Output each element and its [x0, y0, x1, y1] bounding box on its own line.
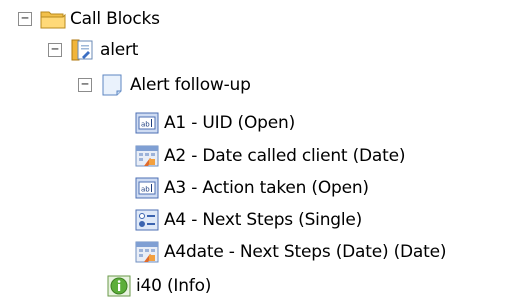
page-icon — [100, 73, 126, 97]
tree-item-a2[interactable]: A2 - Date called client (Date) — [134, 141, 405, 171]
tree-item-label: A3 - Action taken (Open) — [164, 178, 369, 198]
tree-node-label: Call Blocks — [70, 9, 160, 29]
svg-text:ab: ab — [141, 186, 150, 194]
tree-item-a4date[interactable]: A4date - Next Steps (Date) (Date) — [134, 237, 446, 267]
collapse-toggle[interactable]: − — [78, 78, 92, 92]
tree-item-label: A4date - Next Steps (Date) (Date) — [164, 242, 447, 262]
script-document-icon — [70, 38, 96, 62]
tree-item-label: A4 - Next Steps (Single) — [164, 210, 363, 230]
tree-item-i40[interactable]: i40 (Info) — [106, 271, 211, 301]
folder-icon — [40, 7, 66, 31]
date-field-icon — [134, 240, 160, 264]
info-icon — [106, 274, 132, 298]
text-field-icon: ab — [134, 111, 160, 135]
tree-node-alert[interactable]: − alert — [48, 35, 138, 65]
tree-node-call-blocks[interactable]: − Call Blocks — [18, 4, 160, 34]
tree-node-label: alert — [100, 40, 139, 60]
single-choice-icon — [134, 208, 160, 232]
date-field-icon — [134, 144, 160, 168]
tree-node-alert-follow-up[interactable]: − Alert follow-up — [78, 70, 251, 100]
tree-item-label: i40 (Info) — [136, 276, 212, 296]
tree-item-label: A2 - Date called client (Date) — [164, 146, 406, 166]
tree-item-a3[interactable]: ab A3 - Action taken (Open) — [134, 173, 369, 203]
svg-text:ab: ab — [141, 121, 150, 129]
tree-item-a4[interactable]: A4 - Next Steps (Single) — [134, 205, 362, 235]
tree-node-label: Alert follow-up — [130, 75, 251, 95]
collapse-toggle[interactable]: − — [18, 12, 32, 26]
tree-item-a1[interactable]: ab A1 - UID (Open) — [134, 108, 295, 138]
collapse-toggle[interactable]: − — [48, 43, 62, 57]
text-field-icon: ab — [134, 176, 160, 200]
tree-item-label: A1 - UID (Open) — [164, 113, 296, 133]
